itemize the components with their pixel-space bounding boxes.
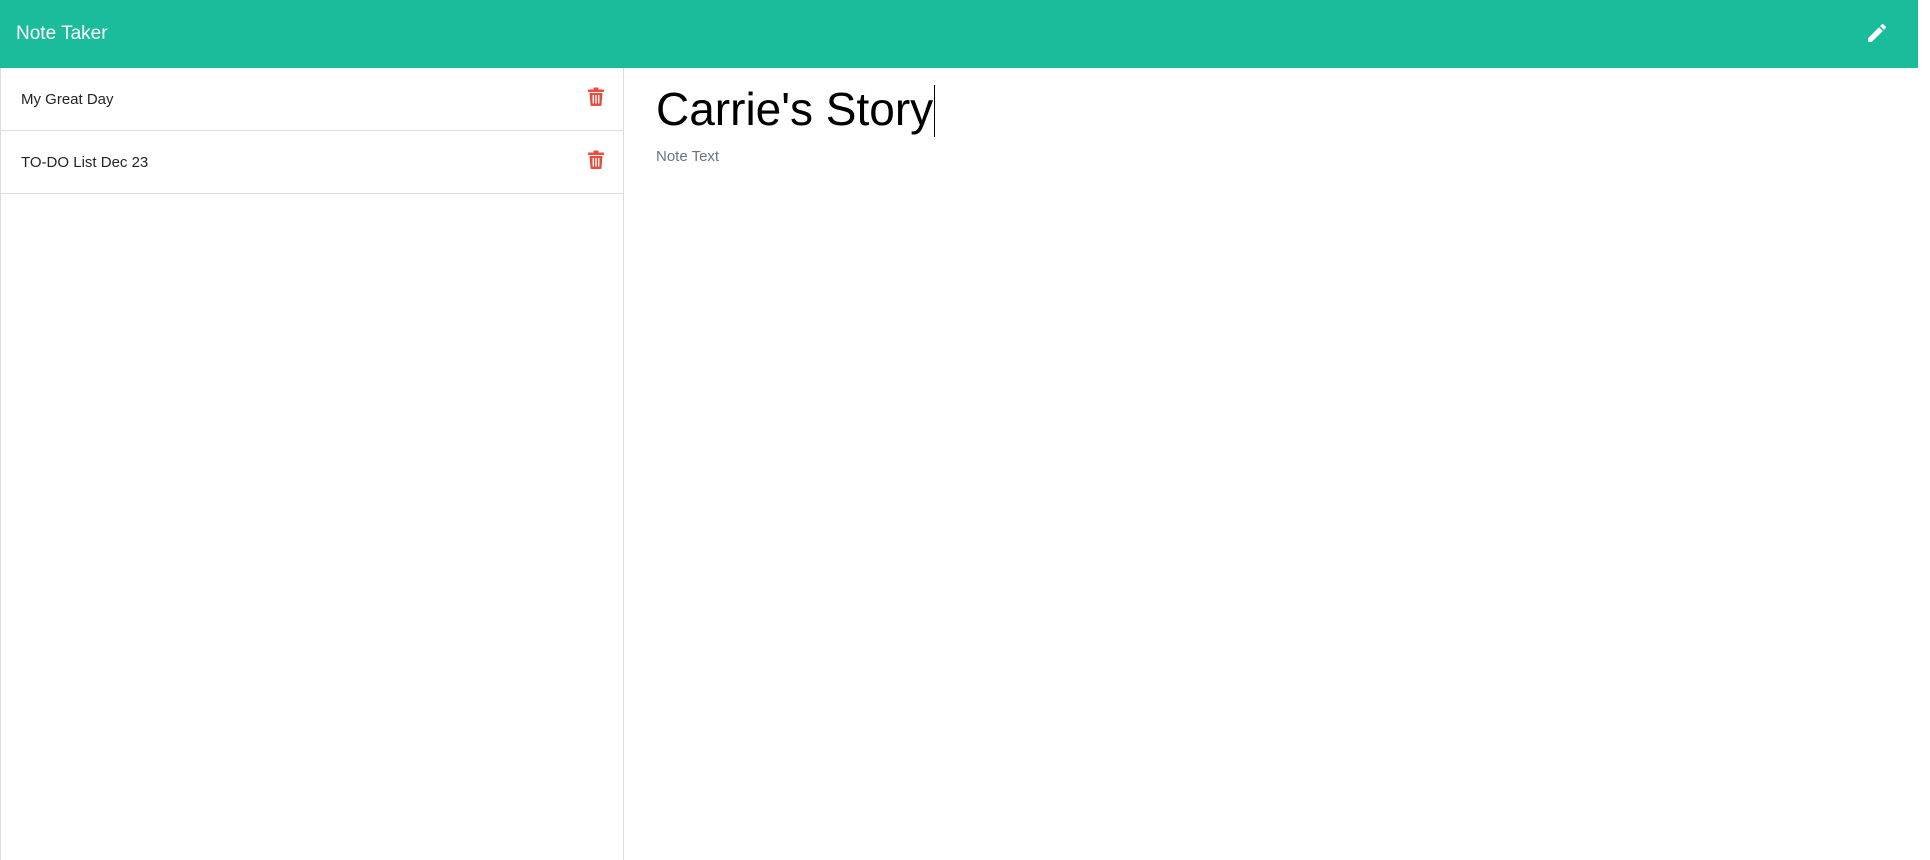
new-note-button[interactable] [1860,16,1894,50]
trash-icon [588,87,604,106]
delete-note-button[interactable] [586,148,606,170]
note-title-input[interactable] [656,78,1756,140]
brand-title[interactable]: Note Taker [16,22,108,46]
note-taker-app: Note Taker My Great Day TO-DO List Dec 2… [0,0,1930,860]
trash-icon [588,150,604,169]
notes-sidebar: My Great Day TO-DO List Dec 23 [0,68,624,860]
note-item-title[interactable]: TO-DO List Dec 23 [21,154,148,172]
note-list: My Great Day TO-DO List Dec 23 [1,68,623,194]
note-list-item[interactable]: My Great Day [1,68,623,131]
page: Note Taker My Great Day TO-DO List Dec 2… [0,0,1918,860]
note-item-title[interactable]: My Great Day [21,91,114,109]
delete-note-button[interactable] [586,85,606,107]
navbar: Note Taker [0,0,1918,68]
note-list-item[interactable]: TO-DO List Dec 23 [1,131,623,194]
note-text-area[interactable] [656,148,1896,828]
page-scrollbar[interactable] [1918,0,1930,860]
note-editor: Carrie's Story [624,68,1918,860]
pencil-icon [1868,23,1887,42]
